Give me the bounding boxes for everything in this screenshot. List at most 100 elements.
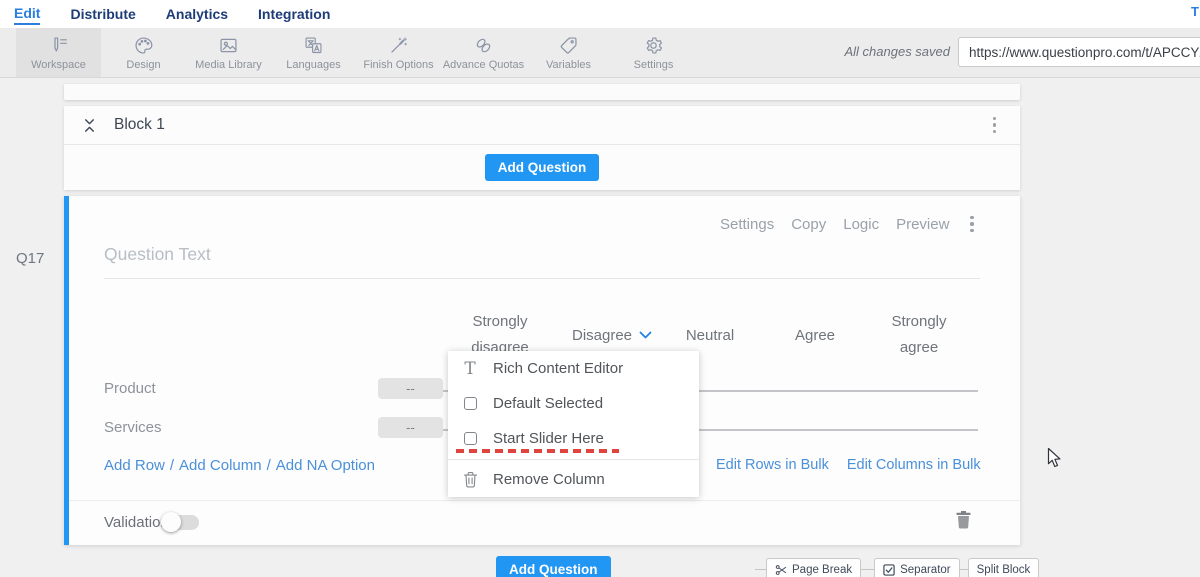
separator-label: Separator (900, 564, 951, 576)
nav-tab-distribute[interactable]: Distribute (70, 4, 135, 24)
previous-block-card-edge (64, 84, 1020, 100)
trash-icon (462, 471, 478, 488)
question-settings-link[interactable]: Settings (720, 216, 774, 233)
bulk-edit-links: Edit Rows in Bulk Edit Columns in Bulk (716, 457, 981, 473)
add-column-link[interactable]: Add Column (179, 457, 262, 474)
link-separator: / (170, 457, 174, 474)
validation-toggle[interactable] (163, 515, 199, 530)
column-options-menu: T Rich Content Editor Default Selected S… (448, 351, 699, 497)
gear-icon (643, 35, 664, 56)
validation-label: Validation (104, 514, 169, 531)
checkbox-icon[interactable] (462, 432, 478, 445)
media-library-icon (218, 35, 239, 56)
column-header-agree[interactable]: Agree (795, 327, 835, 344)
toolbar-item-languages[interactable]: Languages (271, 28, 356, 77)
column-header-strongly-agree[interactable]: Strongly agree (878, 309, 960, 361)
nav-tab-analytics[interactable]: Analytics (166, 4, 228, 24)
chain-link-icon (473, 35, 494, 56)
question-logic-link[interactable]: Logic (843, 216, 879, 233)
checked-box-icon (883, 564, 895, 576)
delete-question-trash-icon[interactable] (955, 510, 972, 529)
toolbar-item-label: Design (126, 59, 160, 71)
toolbar-item-media-library[interactable]: Media Library (186, 28, 271, 77)
column-header-label: Disagree (572, 327, 632, 344)
row-label-product[interactable]: Product (104, 380, 156, 397)
add-question-button-bottom[interactable]: Add Question (496, 556, 611, 577)
checkbox-icon[interactable] (462, 397, 478, 410)
toolbar-item-advance-quotas[interactable]: Advance Quotas (441, 28, 526, 77)
red-dashed-annotation (456, 449, 619, 453)
menu-item-label: Start Slider Here (493, 430, 604, 447)
connector-line (960, 569, 968, 570)
row-value-pill[interactable]: -- (378, 417, 443, 438)
scissors-icon (775, 564, 787, 576)
nav-clipped-label: T (1191, 4, 1199, 19)
toolbar-item-design[interactable]: Design (101, 28, 186, 77)
survey-url-input[interactable] (958, 37, 1200, 67)
tag-icon (558, 35, 579, 56)
link-separator: / (267, 457, 271, 474)
question-text-input[interactable]: Question Text (104, 244, 211, 265)
menu-item-label: Rich Content Editor (493, 360, 623, 377)
magic-wand-icon (388, 35, 409, 56)
connector-line (861, 569, 874, 570)
matrix-edit-links: Add Row / Add Column / Add NA Option (104, 457, 375, 474)
add-na-option-link[interactable]: Add NA Option (276, 457, 375, 474)
edit-columns-in-bulk-link[interactable]: Edit Columns in Bulk (847, 457, 981, 473)
block-menu-kebab-icon[interactable] (989, 113, 1001, 137)
question-copy-link[interactable]: Copy (791, 216, 826, 233)
question-toolbar: Settings Copy Logic Preview (720, 212, 978, 236)
menu-item-default-selected[interactable]: Default Selected (448, 386, 699, 421)
toolbar-item-label: Finish Options (363, 59, 433, 71)
chevron-down-icon[interactable] (639, 331, 652, 340)
block-footer-tools: Page Break Separator Split Block (755, 558, 1039, 577)
page-break-button[interactable]: Page Break (766, 558, 861, 577)
question-preview-link[interactable]: Preview (896, 216, 949, 233)
add-row-link[interactable]: Add Row (104, 457, 165, 474)
menu-divider (448, 459, 699, 460)
toolbar-item-label: Languages (286, 59, 340, 71)
split-block-button[interactable]: Split Block (968, 558, 1040, 577)
separator-button[interactable]: Separator (874, 558, 960, 577)
page-break-label: Page Break (792, 564, 852, 576)
toolbar-item-label: Media Library (195, 59, 262, 71)
mouse-cursor (1047, 447, 1063, 470)
toolbar-item-label: Advance Quotas (443, 59, 524, 71)
column-header-neutral[interactable]: Neutral (686, 327, 734, 344)
block-card: Block 1 Add Question (64, 106, 1020, 190)
toolbar-item-settings[interactable]: Settings (611, 28, 696, 77)
nav-tab-edit[interactable]: Edit (14, 3, 40, 25)
question-number: Q17 (16, 250, 44, 267)
nav-tab-integration[interactable]: Integration (258, 4, 330, 24)
collapse-block-icon[interactable] (82, 117, 97, 134)
toolbar-item-label: Variables (546, 59, 591, 71)
top-nav: Edit Distribute Analytics Integration (0, 0, 1200, 28)
block-title: Block 1 (114, 116, 165, 134)
column-header-disagree[interactable]: Disagree (572, 327, 652, 344)
toolbar-item-finish-options[interactable]: Finish Options (356, 28, 441, 77)
split-block-label: Split Block (977, 564, 1031, 576)
block-add-question-row: Add Question (64, 145, 1020, 189)
question-footer-divider (69, 500, 1020, 501)
toolbar-item-label: Workspace (31, 59, 86, 71)
menu-item-remove-column[interactable]: Remove Column (448, 462, 699, 497)
question-menu-kebab-icon[interactable] (966, 212, 978, 236)
toolbar-item-variables[interactable]: Variables (526, 28, 611, 77)
rich-text-icon: T (462, 361, 478, 377)
design-palette-icon (133, 35, 154, 56)
toolbar-item-label: Settings (634, 59, 674, 71)
menu-item-rich-content-editor[interactable]: T Rich Content Editor (448, 351, 699, 386)
menu-item-label: Remove Column (493, 471, 605, 488)
add-question-button[interactable]: Add Question (485, 154, 600, 181)
edit-rows-in-bulk-link[interactable]: Edit Rows in Bulk (716, 457, 829, 473)
languages-icon (303, 35, 324, 56)
connector-line (755, 569, 766, 570)
menu-item-label: Default Selected (493, 395, 603, 412)
workspace-icon (48, 35, 69, 56)
row-value-pill[interactable]: -- (378, 378, 443, 399)
row-label-services[interactable]: Services (104, 419, 162, 436)
menu-item-start-slider-here[interactable]: Start Slider Here (448, 421, 699, 456)
question-text-underline (104, 278, 980, 279)
toolbar-item-workspace[interactable]: Workspace (16, 28, 101, 77)
block-header: Block 1 (64, 106, 1020, 145)
